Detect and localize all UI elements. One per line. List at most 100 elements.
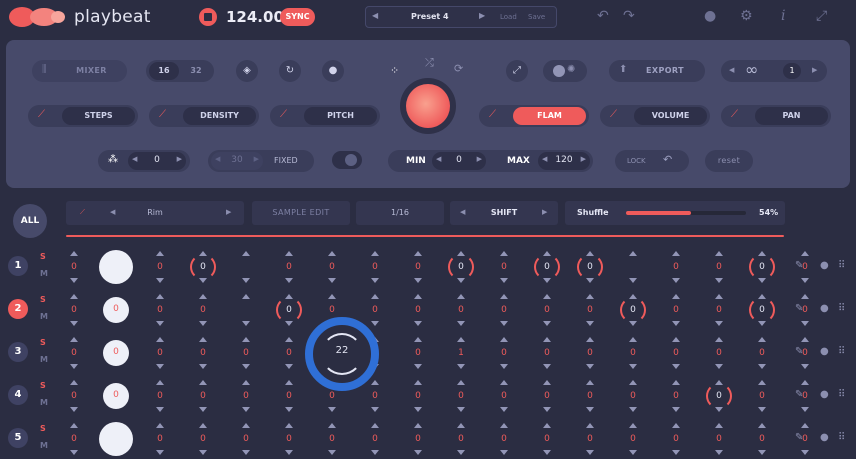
step-up-icon[interactable] bbox=[457, 294, 465, 299]
dot-icon[interactable]: ● bbox=[820, 303, 829, 314]
step-velocity-disc[interactable]: 0 bbox=[103, 383, 129, 409]
step-up-icon[interactable] bbox=[500, 423, 508, 428]
step-velocity-disc[interactable] bbox=[99, 250, 133, 284]
step-down-icon[interactable] bbox=[199, 321, 207, 326]
step-up-icon[interactable] bbox=[199, 380, 207, 385]
steps-link-icon[interactable]: ⟋ bbox=[38, 109, 45, 120]
mode-next-icon[interactable]: ▶ bbox=[542, 208, 547, 216]
steps-control[interactable]: ⟋ STEPS bbox=[28, 105, 138, 127]
step-up-icon[interactable] bbox=[242, 251, 250, 256]
step-down-icon[interactable] bbox=[543, 407, 551, 412]
step-down-icon[interactable] bbox=[414, 407, 422, 412]
drag-handle-icon[interactable]: ⠿ bbox=[838, 389, 845, 400]
step-cell[interactable] bbox=[619, 247, 647, 287]
max-stepper[interactable]: ◀ 120 ▶ bbox=[538, 152, 590, 170]
dice-icon[interactable]: ◈ bbox=[236, 60, 258, 82]
step-up-icon[interactable] bbox=[543, 294, 551, 299]
pattern-toggle[interactable]: ✺ bbox=[543, 60, 587, 82]
step-down-icon[interactable] bbox=[715, 321, 723, 326]
step-down-icon[interactable] bbox=[328, 278, 336, 283]
step-down-icon[interactable] bbox=[285, 278, 293, 283]
undo-icon[interactable]: ↶ bbox=[597, 9, 609, 23]
step-cell[interactable]: 0 bbox=[748, 333, 776, 373]
solo-button[interactable]: S bbox=[40, 252, 46, 261]
all-button[interactable]: ALL bbox=[13, 204, 47, 238]
step-down-icon[interactable] bbox=[629, 407, 637, 412]
step-down-icon[interactable] bbox=[500, 321, 508, 326]
dot-icon[interactable]: ● bbox=[820, 432, 829, 443]
step-down-icon[interactable] bbox=[70, 364, 78, 369]
step-velocity-disc[interactable]: 0 bbox=[103, 297, 129, 323]
step-up-icon[interactable] bbox=[328, 294, 336, 299]
step-up-icon[interactable] bbox=[414, 337, 422, 342]
step-up-icon[interactable] bbox=[672, 337, 680, 342]
step-down-icon[interactable] bbox=[414, 450, 422, 455]
min-inc-icon[interactable]: ▶ bbox=[477, 155, 482, 163]
pencil-icon[interactable]: ✎ bbox=[795, 432, 803, 443]
step-down-icon[interactable] bbox=[285, 450, 293, 455]
step-down-icon[interactable] bbox=[500, 364, 508, 369]
step-down-icon[interactable] bbox=[70, 278, 78, 283]
step-up-icon[interactable] bbox=[328, 423, 336, 428]
max-inc-icon[interactable]: ▶ bbox=[581, 155, 586, 163]
info-icon[interactable]: i bbox=[781, 9, 785, 23]
step-up-icon[interactable] bbox=[672, 251, 680, 256]
step-down-icon[interactable] bbox=[586, 450, 594, 455]
step-cell[interactable]: 0 bbox=[189, 290, 217, 330]
step-up-icon[interactable] bbox=[586, 380, 594, 385]
lock-button[interactable]: LOCK ↶ bbox=[615, 150, 689, 172]
step-down-icon[interactable] bbox=[586, 321, 594, 326]
preset-next-icon[interactable]: ▶ bbox=[479, 11, 485, 20]
step-cell[interactable]: 0 bbox=[576, 376, 604, 416]
step-cell[interactable]: 0 bbox=[619, 290, 647, 330]
step-up-icon[interactable] bbox=[156, 423, 164, 428]
flam-button[interactable]: FLAM bbox=[513, 107, 586, 125]
step-up-icon[interactable] bbox=[801, 294, 809, 299]
step-cell[interactable]: 0 bbox=[490, 333, 518, 373]
record-icon[interactable]: ● bbox=[322, 60, 344, 82]
load-button[interactable]: Load bbox=[500, 13, 517, 21]
step-velocity-disc[interactable] bbox=[99, 422, 133, 456]
step-up-icon[interactable] bbox=[629, 337, 637, 342]
step-down-icon[interactable] bbox=[371, 407, 379, 412]
mute-button[interactable]: M bbox=[40, 355, 48, 364]
reset-button[interactable]: reset bbox=[705, 150, 753, 172]
step-cell[interactable]: 0 bbox=[60, 247, 88, 287]
step-cell[interactable]: 0 bbox=[189, 247, 217, 287]
step-down-icon[interactable] bbox=[285, 364, 293, 369]
pan-control[interactable]: ⟋ PAN bbox=[721, 105, 831, 127]
drag-handle-icon[interactable]: ⠿ bbox=[838, 303, 845, 314]
step-cell[interactable]: 0 bbox=[146, 419, 174, 459]
step-down-icon[interactable] bbox=[70, 407, 78, 412]
step-cell[interactable]: 0 bbox=[361, 247, 389, 287]
volume-button[interactable]: VOLUME bbox=[634, 107, 707, 125]
step-down-icon[interactable] bbox=[586, 364, 594, 369]
step-down-icon[interactable] bbox=[672, 364, 680, 369]
step-cell[interactable]: 0 bbox=[619, 376, 647, 416]
dot-icon[interactable]: ● bbox=[820, 346, 829, 357]
step-down-icon[interactable] bbox=[457, 364, 465, 369]
step-down-icon[interactable] bbox=[242, 321, 250, 326]
step-cell[interactable]: 0 bbox=[275, 376, 303, 416]
step-cell[interactable]: 0 bbox=[533, 290, 561, 330]
resize-icon[interactable]: ⤢ bbox=[816, 9, 827, 23]
density-control[interactable]: ⟋ DENSITY bbox=[149, 105, 259, 127]
step-down-icon[interactable] bbox=[199, 407, 207, 412]
step-down-icon[interactable] bbox=[801, 450, 809, 455]
step-up-icon[interactable] bbox=[586, 423, 594, 428]
step-up-icon[interactable] bbox=[285, 251, 293, 256]
step-down-icon[interactable] bbox=[801, 407, 809, 412]
step-cell[interactable]: 0 bbox=[490, 419, 518, 459]
dot-icon[interactable]: ● bbox=[820, 389, 829, 400]
division-selector[interactable]: 1/16 bbox=[356, 201, 444, 225]
solo-button[interactable]: S bbox=[40, 381, 46, 390]
main-knob[interactable] bbox=[400, 78, 456, 134]
step-up-icon[interactable] bbox=[629, 423, 637, 428]
cycle-icon[interactable]: ⟳ bbox=[454, 62, 463, 75]
step-cell[interactable]: 0 bbox=[60, 290, 88, 330]
step-down-icon[interactable] bbox=[629, 364, 637, 369]
step-cell[interactable]: 0 bbox=[748, 419, 776, 459]
randomize-icon[interactable]: ⤢ bbox=[506, 60, 528, 82]
step-cell[interactable]: 0 bbox=[404, 247, 432, 287]
step-cell[interactable]: 0 bbox=[748, 247, 776, 287]
